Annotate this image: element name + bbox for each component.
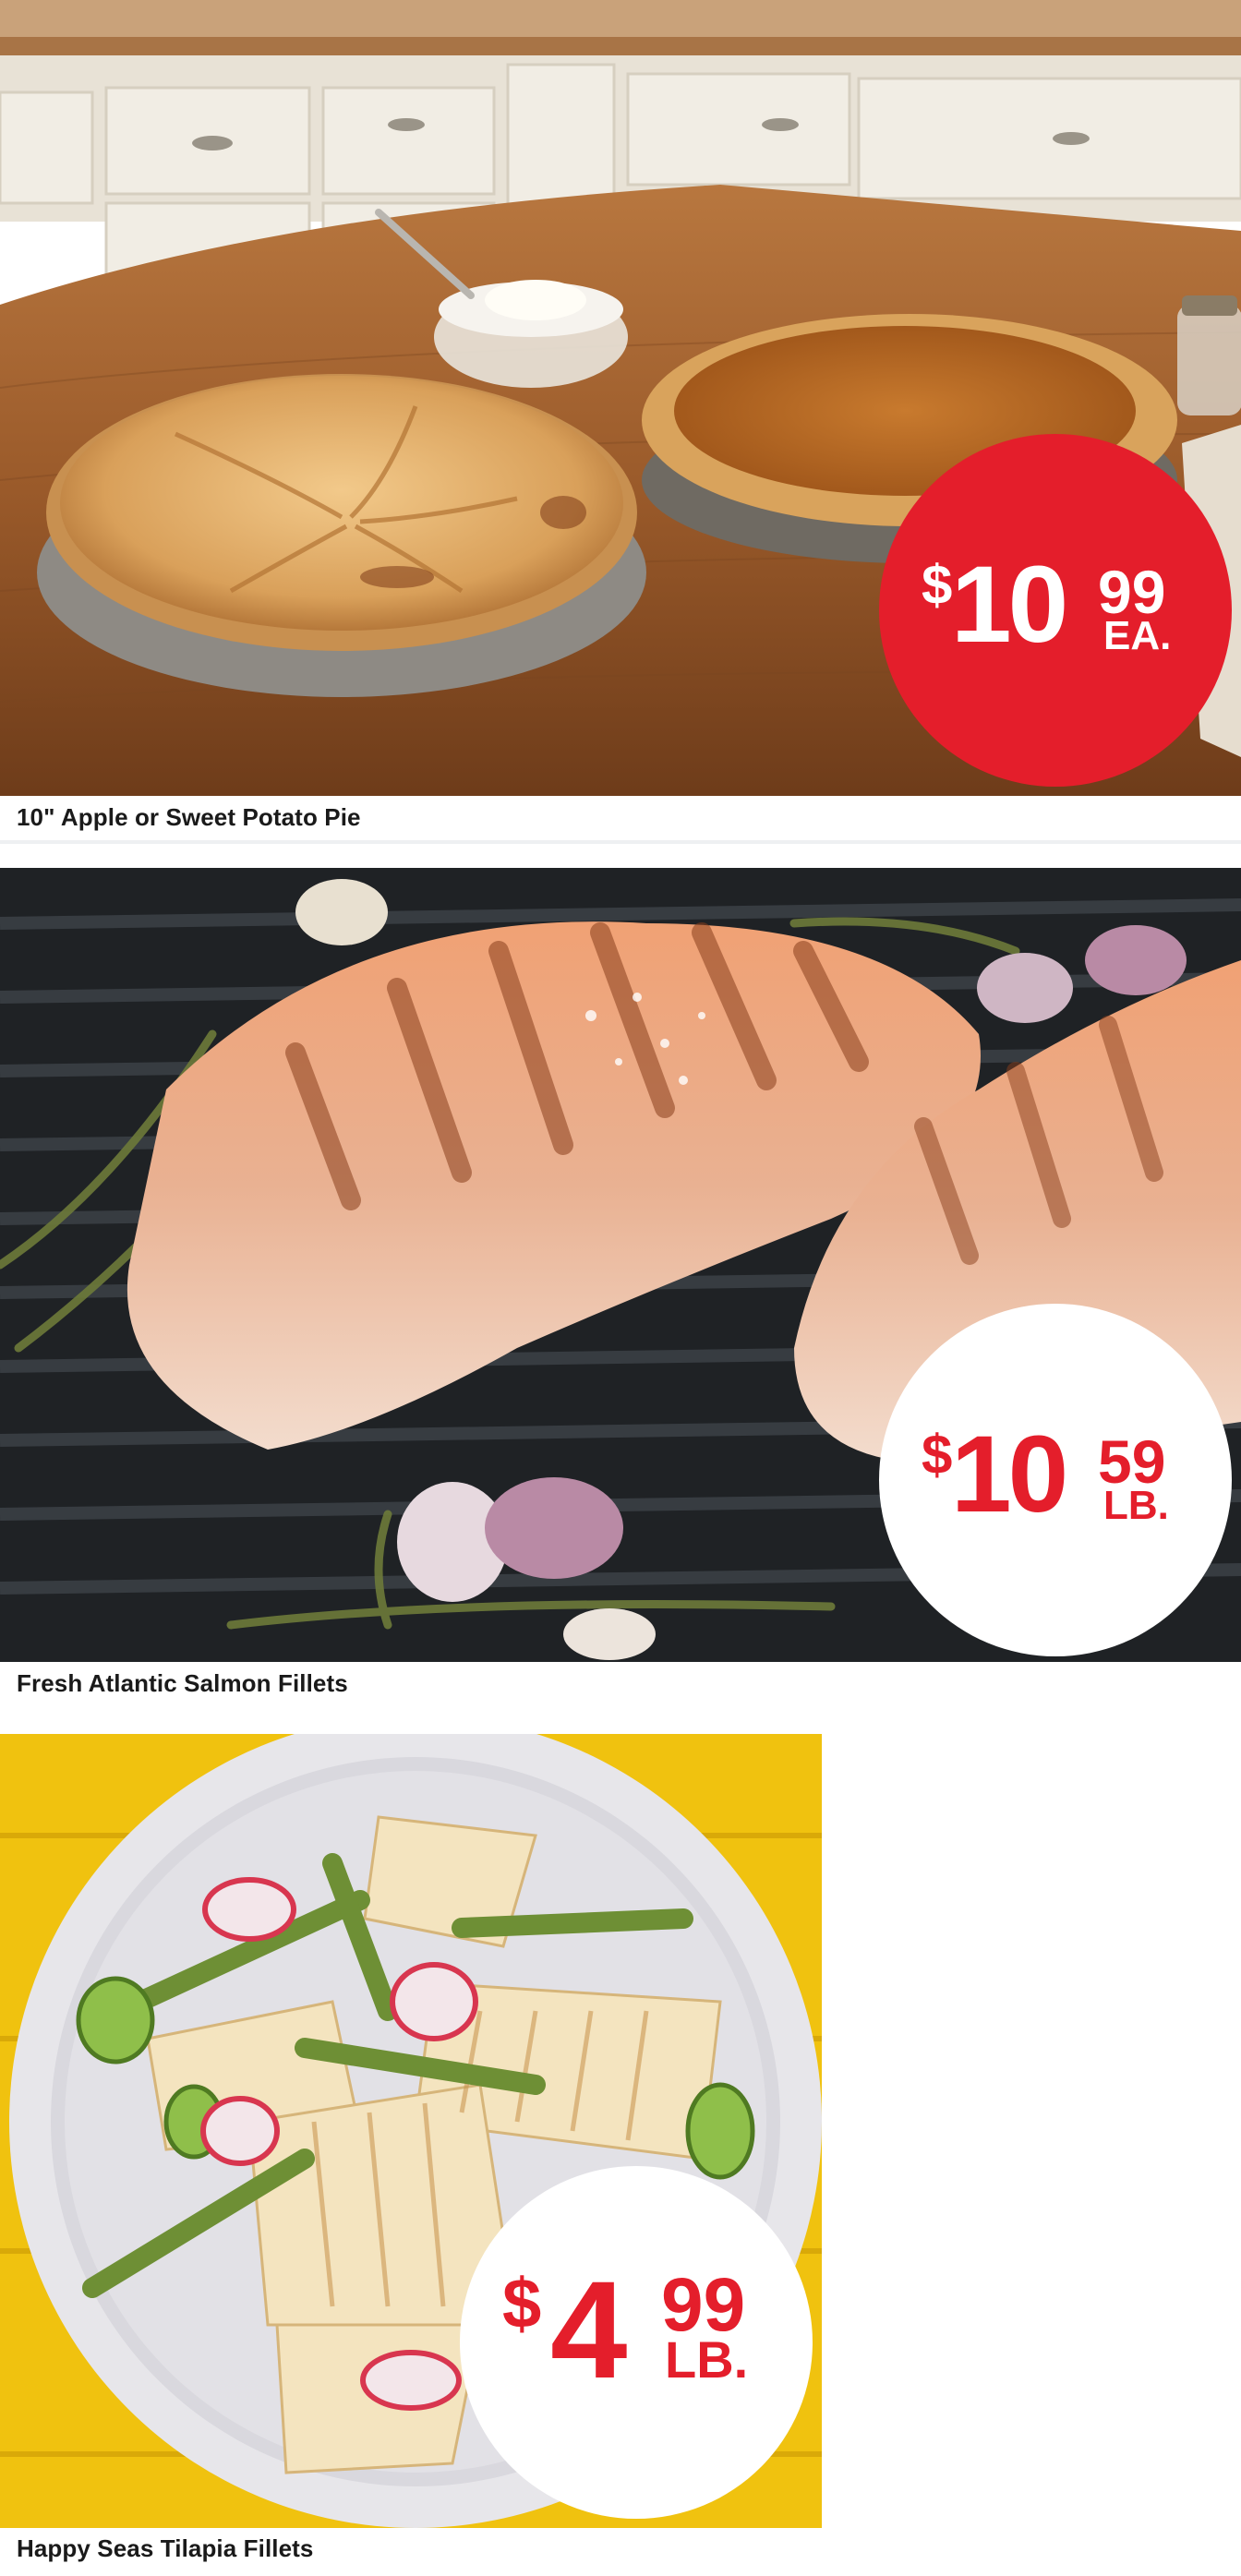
- price-dollars: 4: [550, 2252, 628, 2407]
- product-name: 10" Apple or Sweet Potato Pie: [17, 803, 361, 831]
- product-name: Fresh Atlantic Salmon Fillets: [17, 1669, 348, 1697]
- product-tile-tilapia[interactable]: $ 4 99 LB. Happy Seas Tilapia Fillets: [0, 1734, 822, 2576]
- price-badge: $ 10 59 LB.: [879, 1304, 1232, 1656]
- product-name: Happy Seas Tilapia Fillets: [17, 2534, 314, 2562]
- tile-divider: [0, 840, 1241, 844]
- price-unit: LB.: [1103, 1483, 1169, 1528]
- price-dollars: 10: [951, 544, 1068, 666]
- price-badge: $ 10 99 EA.: [879, 434, 1232, 787]
- price-currency: $: [922, 554, 953, 616]
- price-currency: $: [502, 2265, 542, 2343]
- price-unit: EA.: [1103, 613, 1172, 658]
- price-unit: LB.: [665, 2330, 749, 2389]
- product-tile-salmon[interactable]: $ 10 59 LB. Fresh Atlantic Salmon Fillet…: [0, 868, 1241, 1699]
- price-dollars: 10: [951, 1414, 1068, 1535]
- price-badge: $ 4 99 LB.: [460, 2166, 813, 2519]
- product-tile-pie[interactable]: $ 10 99 EA. 10" Apple or Sweet Potato Pi…: [0, 0, 1241, 849]
- price-currency: $: [922, 1424, 953, 1486]
